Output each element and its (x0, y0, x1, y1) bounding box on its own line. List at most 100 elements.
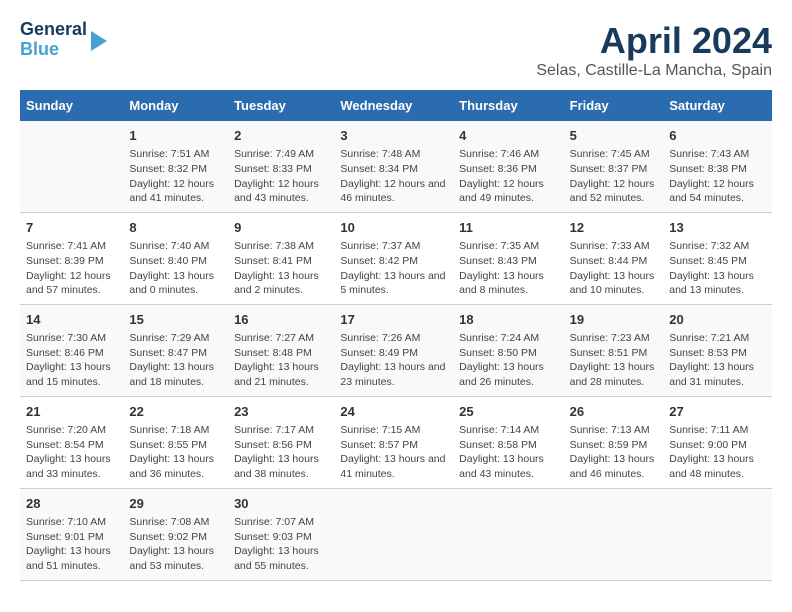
calendar-cell: 20 Sunrise: 7:21 AMSunset: 8:53 PMDayligh… (663, 304, 772, 396)
page-subtitle: Selas, Castille-La Mancha, Spain (536, 62, 772, 80)
cell-info: Sunrise: 7:41 AMSunset: 8:39 PMDaylight:… (26, 239, 117, 298)
cell-info: Sunrise: 7:18 AMSunset: 8:55 PMDaylight:… (129, 423, 222, 482)
calendar-cell: 2 Sunrise: 7:49 AMSunset: 8:33 PMDaylight… (228, 121, 334, 212)
calendar-day-header: Thursday (453, 90, 563, 121)
calendar-cell (334, 488, 453, 580)
day-number: 24 (340, 403, 447, 421)
cell-info: Sunrise: 7:30 AMSunset: 8:46 PMDaylight:… (26, 331, 117, 390)
logo: GeneralBlue (20, 20, 107, 60)
calendar-cell: 21 Sunrise: 7:20 AMSunset: 8:54 PMDayligh… (20, 396, 123, 488)
calendar-cell: 12 Sunrise: 7:33 AMSunset: 8:44 PMDayligh… (564, 212, 664, 304)
cell-info: Sunrise: 7:33 AMSunset: 8:44 PMDaylight:… (570, 239, 658, 298)
cell-info: Sunrise: 7:27 AMSunset: 8:48 PMDaylight:… (234, 331, 328, 390)
calendar-cell: 11 Sunrise: 7:35 AMSunset: 8:43 PMDayligh… (453, 212, 563, 304)
cell-info: Sunrise: 7:15 AMSunset: 8:57 PMDaylight:… (340, 423, 447, 482)
calendar-cell: 1 Sunrise: 7:51 AMSunset: 8:32 PMDaylight… (123, 121, 228, 212)
calendar-cell: 27 Sunrise: 7:11 AMSunset: 9:00 PMDayligh… (663, 396, 772, 488)
calendar-cell: 10 Sunrise: 7:37 AMSunset: 8:42 PMDayligh… (334, 212, 453, 304)
day-number: 10 (340, 219, 447, 237)
cell-info: Sunrise: 7:26 AMSunset: 8:49 PMDaylight:… (340, 331, 447, 390)
day-number: 21 (26, 403, 117, 421)
calendar-day-header: Friday (564, 90, 664, 121)
day-number: 11 (459, 219, 557, 237)
calendar-week-row: 28Sunrise: 7:10 AMSunset: 9:01 PMDayligh… (20, 488, 772, 580)
day-number: 5 (570, 127, 658, 145)
cell-info: Sunrise: 7:48 AMSunset: 8:34 PMDaylight:… (340, 147, 447, 206)
page-title: April 2024 (536, 20, 772, 62)
day-number: 8 (129, 219, 222, 237)
calendar-cell: 17 Sunrise: 7:26 AMSunset: 8:49 PMDayligh… (334, 304, 453, 396)
cell-info: Sunrise: 7:35 AMSunset: 8:43 PMDaylight:… (459, 239, 557, 298)
calendar-cell: 28Sunrise: 7:10 AMSunset: 9:01 PMDayligh… (20, 488, 123, 580)
cell-info: Sunrise: 7:38 AMSunset: 8:41 PMDaylight:… (234, 239, 328, 298)
day-number: 7 (26, 219, 117, 237)
day-number: 29 (129, 495, 222, 513)
calendar-day-header: Sunday (20, 90, 123, 121)
day-number: 17 (340, 311, 447, 329)
day-number: 12 (570, 219, 658, 237)
cell-info: Sunrise: 7:51 AMSunset: 8:32 PMDaylight:… (129, 147, 222, 206)
day-number: 18 (459, 311, 557, 329)
day-number: 9 (234, 219, 328, 237)
cell-info: Sunrise: 7:20 AMSunset: 8:54 PMDaylight:… (26, 423, 117, 482)
calendar-cell (663, 488, 772, 580)
day-number: 23 (234, 403, 328, 421)
cell-info: Sunrise: 7:14 AMSunset: 8:58 PMDaylight:… (459, 423, 557, 482)
calendar-week-row: 21 Sunrise: 7:20 AMSunset: 8:54 PMDayligh… (20, 396, 772, 488)
calendar-day-header: Wednesday (334, 90, 453, 121)
cell-info: Sunrise: 7:32 AMSunset: 8:45 PMDaylight:… (669, 239, 766, 298)
day-number: 2 (234, 127, 328, 145)
day-number: 20 (669, 311, 766, 329)
calendar-cell: 3Sunrise: 7:48 AMSunset: 8:34 PMDaylight… (334, 121, 453, 212)
calendar-cell: 24 Sunrise: 7:15 AMSunset: 8:57 PMDayligh… (334, 396, 453, 488)
calendar-cell: 13 Sunrise: 7:32 AMSunset: 8:45 PMDayligh… (663, 212, 772, 304)
day-number: 19 (570, 311, 658, 329)
calendar-cell: 22 Sunrise: 7:18 AMSunset: 8:55 PMDayligh… (123, 396, 228, 488)
calendar-cell: 29 Sunrise: 7:08 AMSunset: 9:02 PMDayligh… (123, 488, 228, 580)
day-number: 1 (129, 127, 222, 145)
day-number: 13 (669, 219, 766, 237)
cell-info: Sunrise: 7:11 AMSunset: 9:00 PMDaylight:… (669, 423, 766, 482)
cell-info: Sunrise: 7:43 AMSunset: 8:38 PMDaylight:… (669, 147, 766, 206)
day-number: 6 (669, 127, 766, 145)
cell-info: Sunrise: 7:45 AMSunset: 8:37 PMDaylight:… (570, 147, 658, 206)
day-number: 15 (129, 311, 222, 329)
calendar-cell: 6 Sunrise: 7:43 AMSunset: 8:38 PMDaylight… (663, 121, 772, 212)
calendar-cell (564, 488, 664, 580)
cell-info: Sunrise: 7:49 AMSunset: 8:33 PMDaylight:… (234, 147, 328, 206)
calendar-cell: 30 Sunrise: 7:07 AMSunset: 9:03 PMDayligh… (228, 488, 334, 580)
calendar-header-row: SundayMondayTuesdayWednesdayThursdayFrid… (20, 90, 772, 121)
day-number: 4 (459, 127, 557, 145)
cell-info: Sunrise: 7:17 AMSunset: 8:56 PMDaylight:… (234, 423, 328, 482)
calendar-cell: 19 Sunrise: 7:23 AMSunset: 8:51 PMDayligh… (564, 304, 664, 396)
day-number: 27 (669, 403, 766, 421)
cell-info: Sunrise: 7:21 AMSunset: 8:53 PMDaylight:… (669, 331, 766, 390)
calendar-cell: 5 Sunrise: 7:45 AMSunset: 8:37 PMDaylight… (564, 121, 664, 212)
cell-info: Sunrise: 7:40 AMSunset: 8:40 PMDaylight:… (129, 239, 222, 298)
calendar-cell: 7 Sunrise: 7:41 AMSunset: 8:39 PMDaylight… (20, 212, 123, 304)
page-header: GeneralBlue April 2024 Selas, Castille-L… (20, 20, 772, 80)
cell-info: Sunrise: 7:08 AMSunset: 9:02 PMDaylight:… (129, 515, 222, 574)
cell-info: Sunrise: 7:23 AMSunset: 8:51 PMDaylight:… (570, 331, 658, 390)
title-block: April 2024 Selas, Castille-La Mancha, Sp… (536, 20, 772, 80)
calendar-cell: 26 Sunrise: 7:13 AMSunset: 8:59 PMDayligh… (564, 396, 664, 488)
cell-info: Sunrise: 7:07 AMSunset: 9:03 PMDaylight:… (234, 515, 328, 574)
day-number: 16 (234, 311, 328, 329)
cell-info: Sunrise: 7:13 AMSunset: 8:59 PMDaylight:… (570, 423, 658, 482)
calendar-cell: 25Sunrise: 7:14 AMSunset: 8:58 PMDayligh… (453, 396, 563, 488)
calendar-cell: 15Sunrise: 7:29 AMSunset: 8:47 PMDayligh… (123, 304, 228, 396)
logo-arrow-icon (91, 31, 107, 51)
calendar-cell: 8 Sunrise: 7:40 AMSunset: 8:40 PMDaylight… (123, 212, 228, 304)
day-number: 30 (234, 495, 328, 513)
calendar-table: SundayMondayTuesdayWednesdayThursdayFrid… (20, 90, 772, 581)
day-number: 22 (129, 403, 222, 421)
day-number: 26 (570, 403, 658, 421)
calendar-cell: 18Sunrise: 7:24 AMSunset: 8:50 PMDayligh… (453, 304, 563, 396)
cell-info: Sunrise: 7:37 AMSunset: 8:42 PMDaylight:… (340, 239, 447, 298)
calendar-day-header: Saturday (663, 90, 772, 121)
cell-info: Sunrise: 7:46 AMSunset: 8:36 PMDaylight:… (459, 147, 557, 206)
calendar-day-header: Tuesday (228, 90, 334, 121)
calendar-week-row: 14Sunrise: 7:30 AMSunset: 8:46 PMDayligh… (20, 304, 772, 396)
calendar-cell (453, 488, 563, 580)
calendar-cell: 23 Sunrise: 7:17 AMSunset: 8:56 PMDayligh… (228, 396, 334, 488)
